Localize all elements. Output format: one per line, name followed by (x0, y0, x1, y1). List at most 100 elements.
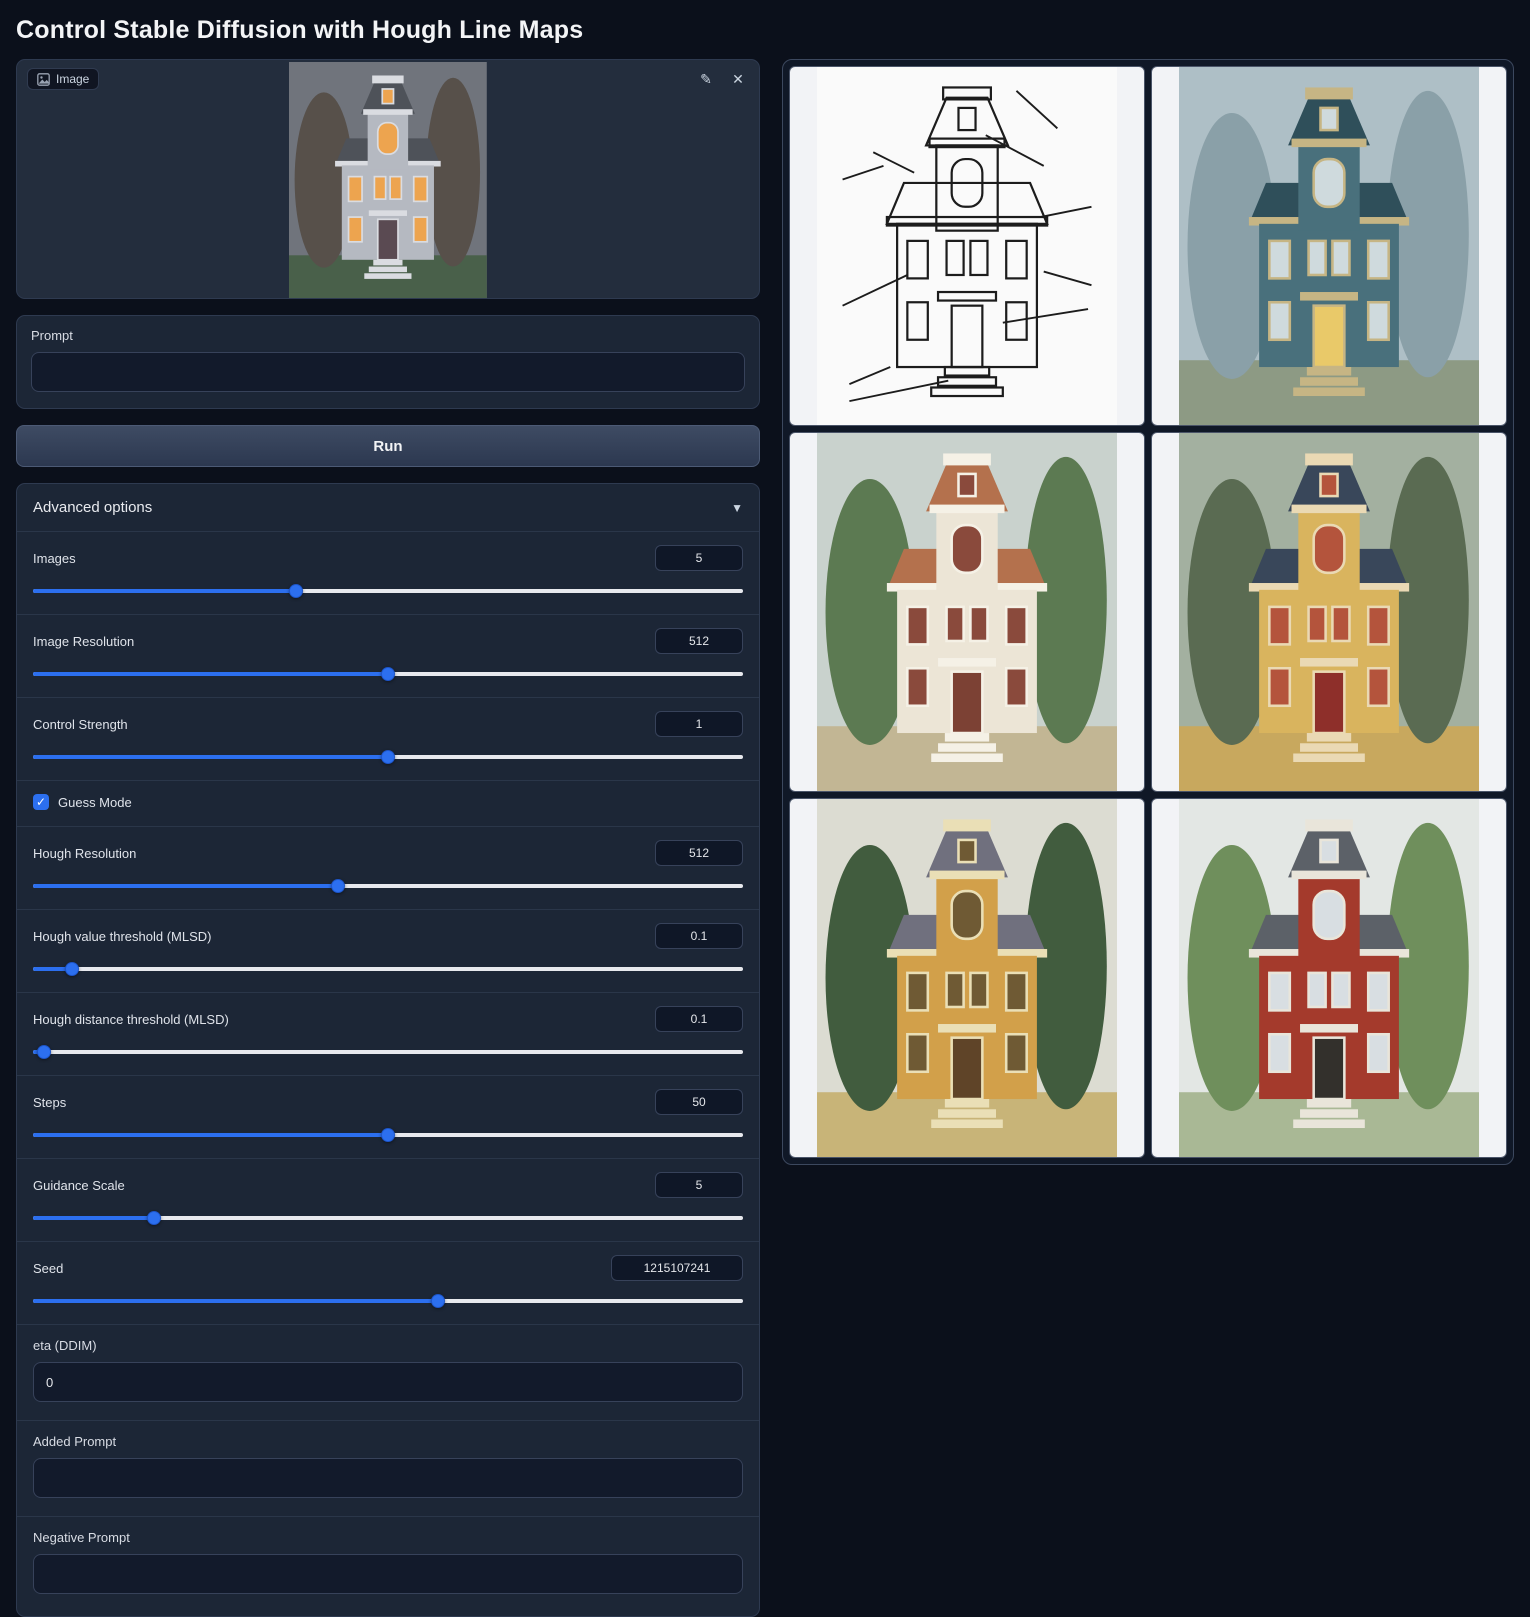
slider-fill (33, 1133, 388, 1137)
result-gallery (782, 59, 1514, 1165)
hough-value-threshold-mlsd-slider[interactable] (33, 962, 743, 976)
input-image-label: Image (27, 68, 99, 90)
house-illustration-result-golden-house (817, 799, 1117, 1157)
guess-mode-label: Guess Mode (58, 795, 132, 810)
main-layout: Image ✎ ✕ Prompt Run Advanced options ▼ … (0, 59, 1530, 1617)
run-button[interactable]: Run (16, 425, 760, 467)
slider-row-seed: Seed (17, 1241, 759, 1324)
left-column: Image ✎ ✕ Prompt Run Advanced options ▼ … (16, 59, 760, 1617)
image-resolution-label: Image Resolution (33, 634, 134, 649)
input-image[interactable] (17, 62, 759, 298)
hough-distance-threshold-mlsd-label: Hough distance threshold (MLSD) (33, 1012, 229, 1027)
steps-label: Steps (33, 1095, 66, 1110)
slider-fill (33, 884, 338, 888)
house-illustration-result-white-house (817, 433, 1117, 791)
gallery-item-3[interactable] (789, 432, 1145, 792)
slider-row-hough-distance-threshold-mlsd: Hough distance threshold (MLSD) (17, 992, 759, 1075)
images-label: Images (33, 551, 76, 566)
slider-handle[interactable] (37, 1045, 51, 1059)
prompt-input[interactable] (31, 352, 745, 392)
negative-prompt-label: Negative Prompt (33, 1530, 743, 1545)
added-prompt-label: Added Prompt (33, 1434, 743, 1449)
eta-label: eta (DDIM) (33, 1338, 743, 1353)
slider-row-control-strength: Control Strength (17, 697, 759, 780)
images-value-input[interactable] (655, 545, 743, 571)
input-image-panel: Image ✎ ✕ (16, 59, 760, 299)
gallery-grid (789, 66, 1507, 1158)
hough-resolution-value-input[interactable] (655, 840, 743, 866)
slider-handle[interactable] (331, 879, 345, 893)
control-strength-slider[interactable] (33, 750, 743, 764)
slider-handle[interactable] (431, 1294, 445, 1308)
clear-image-button[interactable]: ✕ (727, 68, 749, 90)
gallery-item-1[interactable] (789, 66, 1145, 426)
house-illustration-undefined (289, 62, 487, 298)
guidance-scale-value-input[interactable] (655, 1172, 743, 1198)
steps-slider[interactable] (33, 1128, 743, 1142)
image-icon (37, 73, 50, 86)
slider-fill (33, 672, 388, 676)
slider-row-images: Images (17, 531, 759, 614)
hough-value-threshold-mlsd-label: Hough value threshold (MLSD) (33, 929, 211, 944)
slider-fill (33, 755, 388, 759)
advanced-options-label: Advanced options (33, 499, 152, 516)
hough-distance-threshold-mlsd-value-input[interactable] (655, 1006, 743, 1032)
slider-fill (33, 1299, 438, 1303)
guidance-scale-slider[interactable] (33, 1211, 743, 1225)
house-illustration-result-teal-house (1179, 67, 1479, 425)
guidance-scale-label: Guidance Scale (33, 1178, 125, 1193)
seed-label: Seed (33, 1261, 63, 1276)
slider-row-image-resolution: Image Resolution (17, 614, 759, 697)
slider-row-steps: Steps (17, 1075, 759, 1158)
house-illustration-result-red-house (1179, 799, 1479, 1157)
prompt-label: Prompt (31, 328, 745, 343)
checkbox-row-guess-mode: ✓ Guess Mode (17, 780, 759, 826)
gallery-item-2[interactable] (1151, 66, 1507, 426)
slider-row-guidance-scale: Guidance Scale (17, 1158, 759, 1241)
house-illustration-hough-line-map (817, 67, 1117, 425)
prompt-panel: Prompt (16, 315, 760, 409)
image-resolution-value-input[interactable] (655, 628, 743, 654)
gallery-item-6[interactable] (1151, 798, 1507, 1158)
seed-value-input[interactable] (611, 1255, 743, 1281)
gallery-item-5[interactable] (789, 798, 1145, 1158)
control-strength-value-input[interactable] (655, 711, 743, 737)
slider-handle[interactable] (147, 1211, 161, 1225)
slider-handle[interactable] (381, 750, 395, 764)
input-image-label-text: Image (56, 72, 89, 86)
accordion-arrow-icon: ▼ (731, 501, 743, 515)
added-prompt-input[interactable] (33, 1458, 743, 1498)
hough-resolution-label: Hough Resolution (33, 846, 136, 861)
slider-handle[interactable] (381, 1128, 395, 1142)
guess-mode-checkbox[interactable]: ✓ Guess Mode (33, 794, 743, 810)
slider-handle[interactable] (289, 584, 303, 598)
right-column (782, 59, 1514, 1165)
gallery-item-4[interactable] (1151, 432, 1507, 792)
negative-prompt-input[interactable] (33, 1554, 743, 1594)
advanced-options-accordion[interactable]: Advanced options ▼ (17, 484, 759, 531)
hough-value-threshold-mlsd-value-input[interactable] (655, 923, 743, 949)
added-prompt-row: Added Prompt (17, 1420, 759, 1516)
slider-row-hough-resolution: Hough Resolution (17, 826, 759, 909)
slider-fill (33, 589, 296, 593)
control-strength-label: Control Strength (33, 717, 128, 732)
seed-slider[interactable] (33, 1294, 743, 1308)
edit-image-button[interactable]: ✎ (695, 68, 717, 90)
house-illustration-result-yellow-house (1179, 433, 1479, 791)
checkbox-checked-icon: ✓ (33, 794, 49, 810)
negative-prompt-row: Negative Prompt (17, 1516, 759, 1612)
slider-handle[interactable] (65, 962, 79, 976)
slider-row-hough-value-threshold-mlsd: Hough value threshold (MLSD) (17, 909, 759, 992)
image-resolution-slider[interactable] (33, 667, 743, 681)
input-image-actions: ✎ ✕ (695, 68, 749, 90)
slider-fill (33, 1216, 154, 1220)
steps-value-input[interactable] (655, 1089, 743, 1115)
advanced-options-panel: Advanced options ▼ Images Image Resolutio… (16, 483, 760, 1617)
slider-handle[interactable] (381, 667, 395, 681)
images-slider[interactable] (33, 584, 743, 598)
eta-input[interactable] (33, 1362, 743, 1402)
hough-resolution-slider[interactable] (33, 879, 743, 893)
page-title: Control Stable Diffusion with Hough Line… (0, 0, 1530, 59)
hough-distance-threshold-mlsd-slider[interactable] (33, 1045, 743, 1059)
eta-row: eta (DDIM) (17, 1324, 759, 1420)
